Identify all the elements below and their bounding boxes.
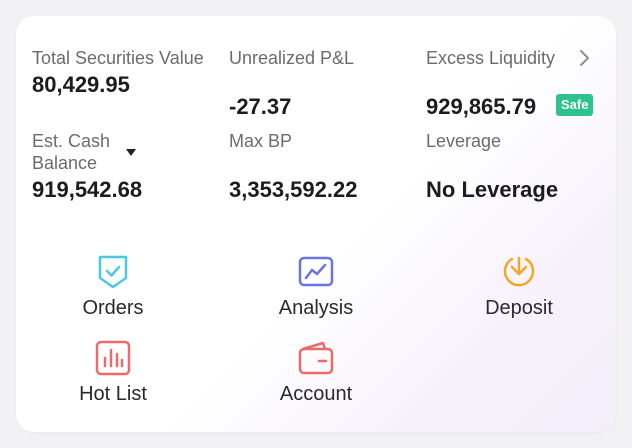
caret-down-icon[interactable] xyxy=(126,149,136,156)
total-securities-value-amount: 80,429.95 xyxy=(32,72,130,97)
hot-list-button[interactable]: Hot List xyxy=(18,340,208,406)
orders-label: Orders xyxy=(82,297,144,319)
unrealized-pnl: Unrealized P&L -27.37 xyxy=(229,47,409,120)
deposit-button[interactable]: Deposit xyxy=(424,254,614,320)
deposit-icon xyxy=(503,256,535,287)
leverage: Leverage No Leverage xyxy=(426,130,606,203)
total-securities-value-label: Total Securities Value xyxy=(32,48,204,68)
hot-list-label: Hot List xyxy=(79,383,147,405)
chevron-right-icon[interactable] xyxy=(578,49,590,67)
orders-button[interactable]: Orders xyxy=(18,254,208,320)
analysis-icon xyxy=(298,256,334,287)
account-icon xyxy=(298,341,334,375)
est-cash-balance-label[interactable]: Est. Cash Balance xyxy=(32,130,127,174)
account-summary-card: Total Securities Value 80,429.95 Unreali… xyxy=(16,16,616,432)
account-button[interactable]: Account xyxy=(221,340,411,406)
safe-badge: Safe xyxy=(556,94,594,116)
max-bp-amount: 3,353,592.22 xyxy=(229,177,358,202)
hot-list-icon xyxy=(95,340,131,376)
analysis-button[interactable]: Analysis xyxy=(221,254,411,320)
orders-icon xyxy=(98,255,128,289)
leverage-label: Leverage xyxy=(426,131,502,151)
leverage-amount: No Leverage xyxy=(426,177,559,202)
unrealized-pnl-amount: -27.37 xyxy=(229,94,292,119)
account-label: Account xyxy=(279,383,353,405)
est-cash-balance[interactable]: Est. Cash Balance 919,542.68 xyxy=(32,130,143,203)
total-securities-value: Total Securities Value 80,429.95 xyxy=(32,47,212,98)
max-bp: Max BP 3,353,592.22 xyxy=(229,130,409,203)
unrealized-pnl-label: Unrealized P&L xyxy=(229,48,355,68)
max-bp-label: Max BP xyxy=(229,131,293,151)
deposit-label: Deposit xyxy=(485,297,553,319)
analysis-label: Analysis xyxy=(278,297,354,319)
est-cash-balance-amount: 919,542.68 xyxy=(32,177,143,202)
